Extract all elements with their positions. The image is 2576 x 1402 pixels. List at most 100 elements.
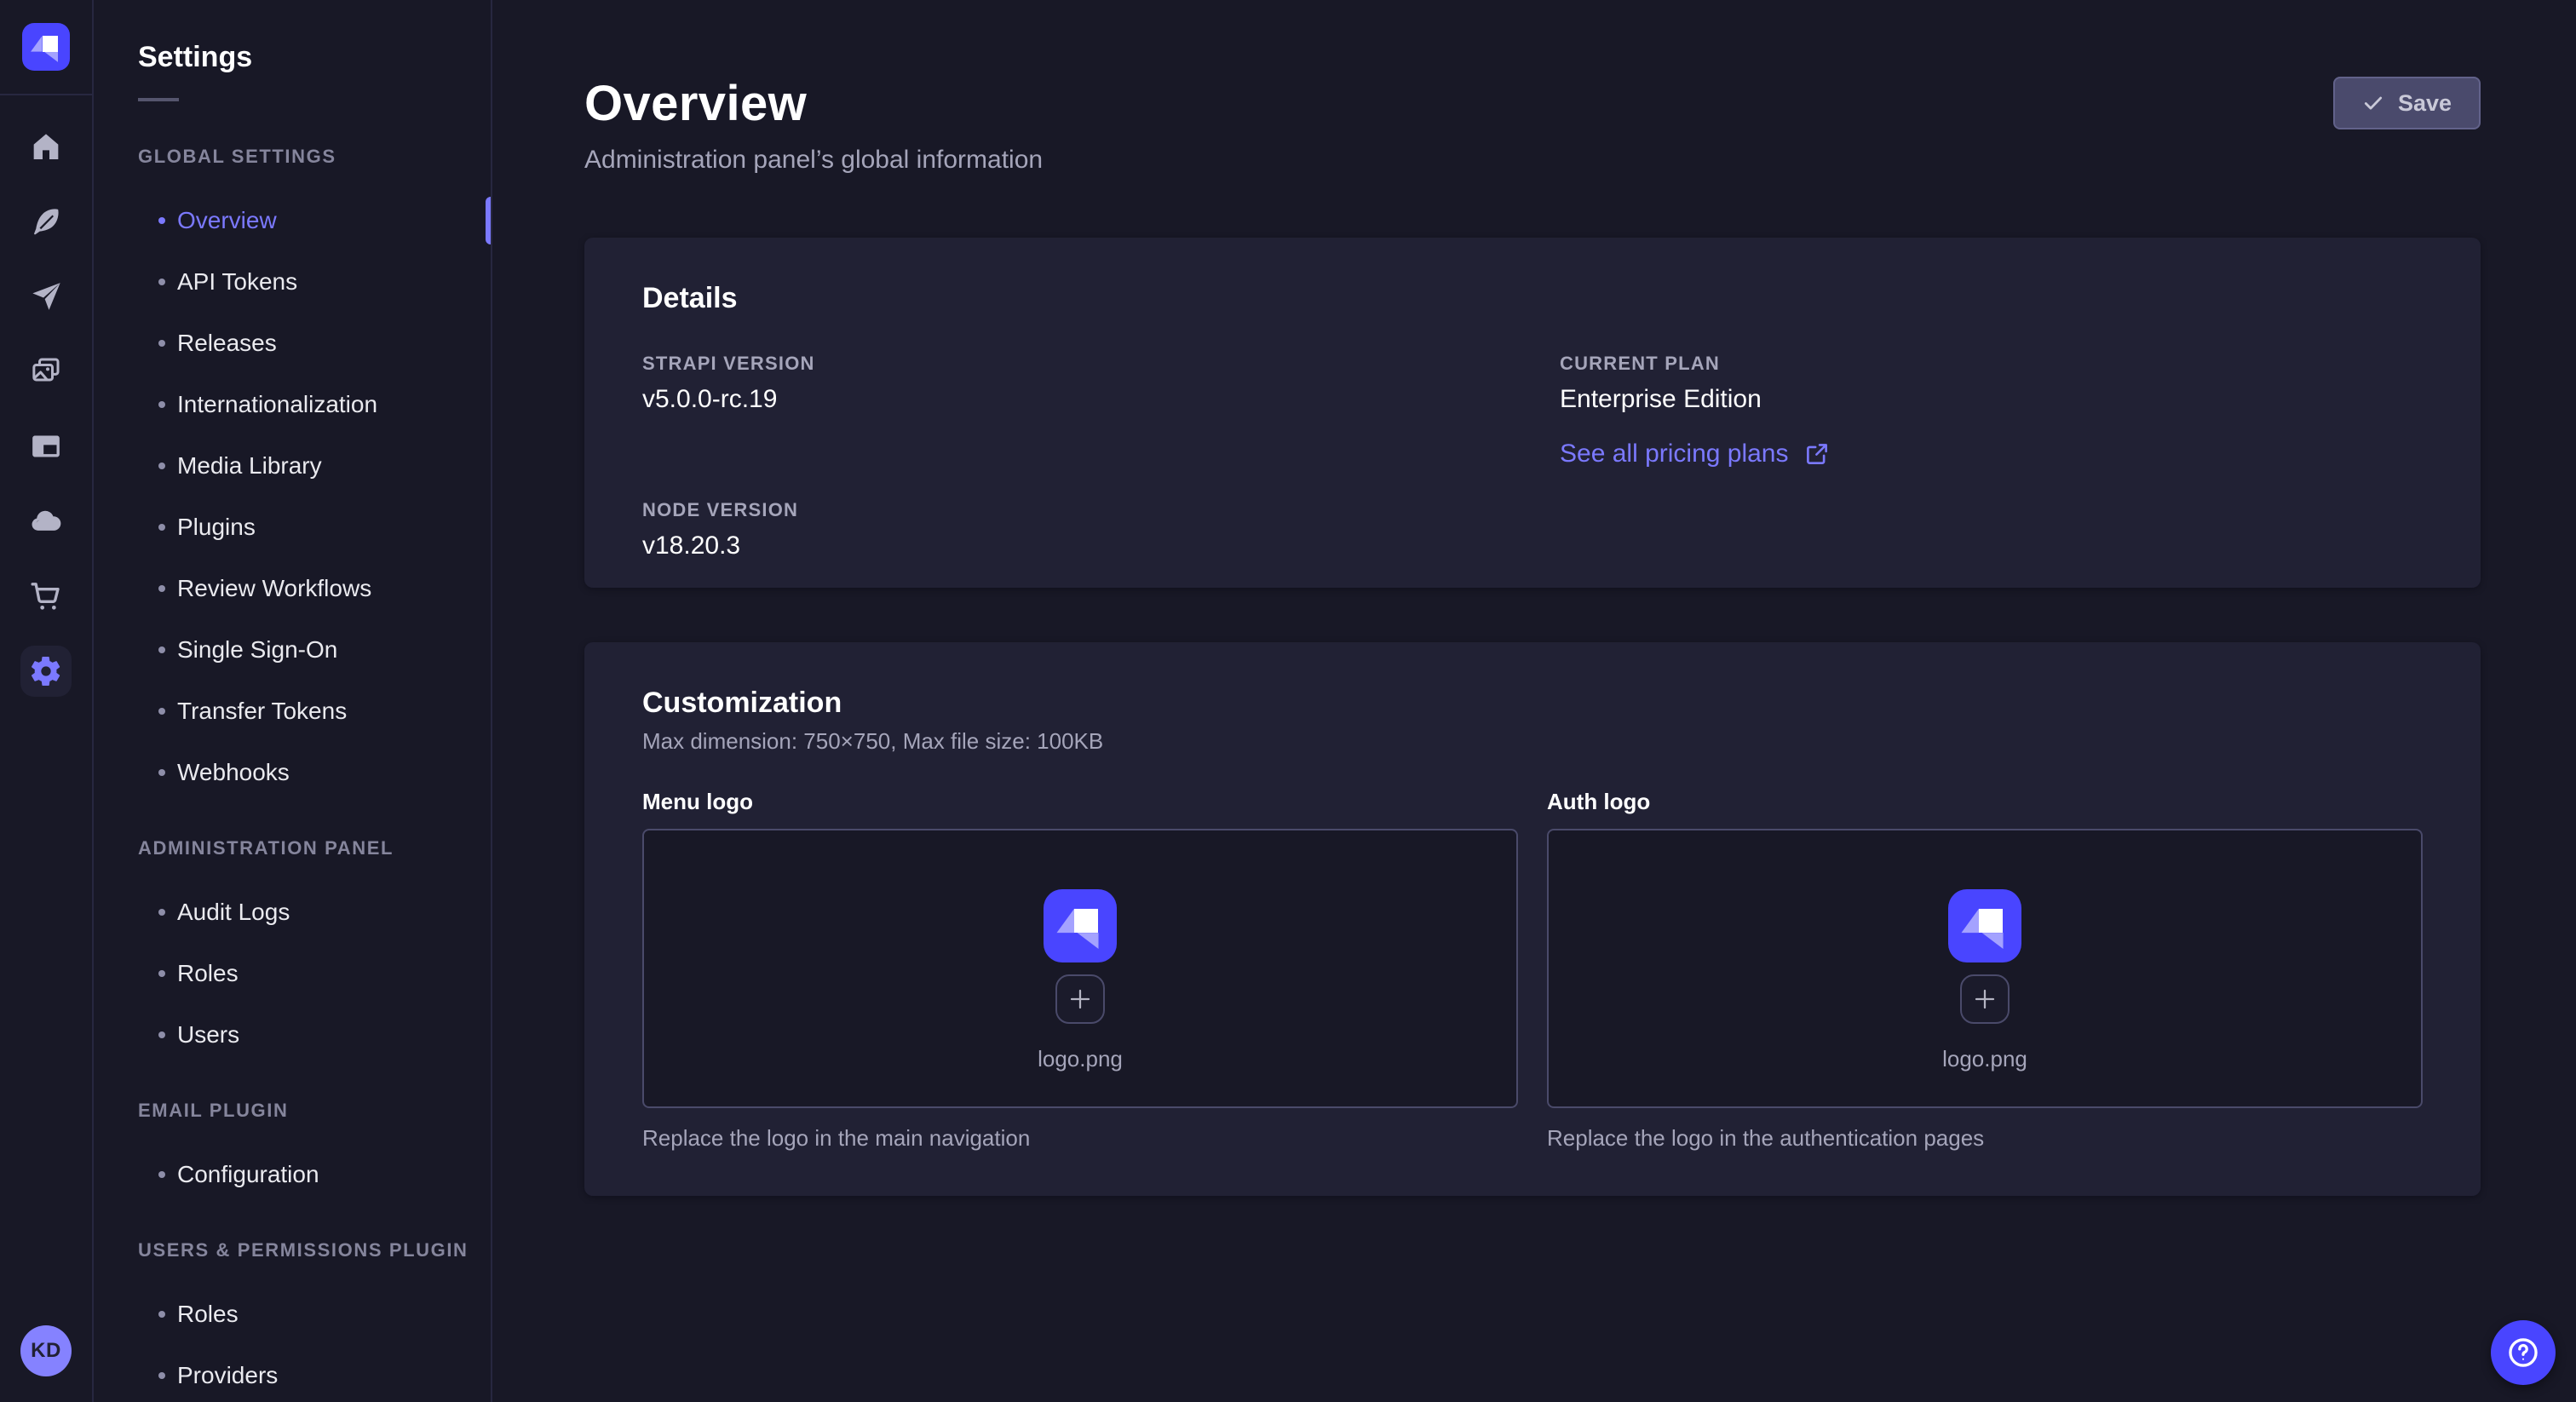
upload-label: Auth logo	[1547, 789, 2423, 815]
details-grid: STRAPI VERSION v5.0.0-rc.19 NODE VERSION…	[642, 353, 2423, 560]
paper-plane-icon[interactable]	[0, 259, 93, 334]
page-subtitle: Administration panel’s global informatio…	[584, 146, 1043, 175]
section-email-plugin: EMAIL PLUGIN Configuration	[94, 1100, 491, 1205]
field-value: Enterprise Edition	[1560, 385, 2423, 414]
field-value: v18.20.3	[642, 531, 1505, 560]
sidebar-item-webhooks[interactable]: Webhooks	[94, 742, 491, 803]
customization-card: Customization Max dimension: 750×750, Ma…	[584, 642, 2481, 1196]
sidebar-item-plugins[interactable]: Plugins	[94, 497, 491, 558]
section-header: USERS & PERMISSIONS PLUGIN	[138, 1239, 491, 1261]
bullet-icon	[158, 1311, 165, 1318]
add-logo-button[interactable]	[1055, 974, 1105, 1024]
bullet-icon	[158, 708, 165, 715]
page-header: Overview Administration panel’s global i…	[584, 75, 2481, 175]
marketplace-cart-icon[interactable]	[0, 559, 93, 634]
section-header: GLOBAL SETTINGS	[138, 146, 491, 168]
bullet-icon	[158, 1031, 165, 1038]
field-value: v5.0.0-rc.19	[642, 385, 1505, 414]
sidebar-item-up-providers[interactable]: Providers	[94, 1345, 491, 1402]
title-divider	[138, 98, 179, 101]
auth-logo-upload: Auth logo logo.png Replace the logo in t…	[1547, 789, 2423, 1152]
user-avatar[interactable]: KD	[20, 1325, 72, 1376]
content-manager-icon[interactable]	[0, 409, 93, 484]
sidebar-item-up-roles[interactable]: Roles	[94, 1284, 491, 1345]
active-indicator	[486, 197, 491, 244]
plus-icon	[1067, 986, 1093, 1012]
question-mark-icon	[2505, 1335, 2541, 1370]
menu-logo-preview	[1044, 889, 1117, 962]
logo-filename: logo.png	[1942, 1046, 2027, 1072]
section-global-settings: GLOBAL SETTINGS Overview API Tokens Rele…	[94, 146, 491, 803]
logo-uploads: Menu logo logo.png Replace the logo in t…	[642, 789, 2423, 1152]
menu-logo-upload: Menu logo logo.png Replace the logo in t…	[642, 789, 1518, 1152]
sidebar-item-review-workflows[interactable]: Review Workflows	[94, 558, 491, 619]
feather-icon[interactable]	[0, 184, 93, 259]
pricing-plans-link[interactable]: See all pricing plans	[1560, 440, 1830, 468]
strapi-version-field: STRAPI VERSION v5.0.0-rc.19	[642, 353, 1505, 414]
settings-sidebar: Settings GLOBAL SETTINGS Overview API To…	[94, 0, 492, 1402]
bullet-icon	[158, 646, 165, 653]
workspace-logo-cell	[0, 0, 92, 95]
auth-logo-preview	[1948, 889, 2021, 962]
page-title: Overview	[584, 75, 1043, 132]
customization-card-title: Customization	[642, 687, 2423, 720]
media-library-icon[interactable]	[0, 334, 93, 409]
bullet-icon	[158, 340, 165, 347]
auth-logo-dropzone[interactable]: logo.png	[1547, 829, 2423, 1108]
plus-icon	[1972, 986, 1998, 1012]
current-plan-field: CURRENT PLAN Enterprise Edition	[1560, 353, 2423, 414]
sidebar-item-overview[interactable]: Overview	[94, 190, 491, 251]
strapi-admin-settings-page: KD Settings GLOBAL SETTINGS Overview API…	[0, 0, 2576, 1402]
help-button[interactable]	[2491, 1320, 2556, 1385]
bullet-icon	[158, 909, 165, 916]
sidebar-item-email-configuration[interactable]: Configuration	[94, 1144, 491, 1205]
bullet-icon	[158, 1372, 165, 1379]
bullet-icon	[158, 217, 165, 224]
details-card: Details STRAPI VERSION v5.0.0-rc.19 NODE…	[584, 238, 2481, 588]
cloud-icon[interactable]	[0, 484, 93, 559]
sidebar-item-api-tokens[interactable]: API Tokens	[94, 251, 491, 313]
section-users-permissions-plugin: USERS & PERMISSIONS PLUGIN Roles Provide…	[94, 1239, 491, 1402]
details-card-title: Details	[642, 282, 2423, 315]
upload-label: Menu logo	[642, 789, 1518, 815]
add-logo-button[interactable]	[1960, 974, 2010, 1024]
customization-subtitle: Max dimension: 750×750, Max file size: 1…	[642, 728, 2423, 755]
field-label: CURRENT PLAN	[1560, 353, 2423, 375]
bullet-icon	[158, 769, 165, 776]
section-header: ADMINISTRATION PANEL	[138, 837, 491, 859]
settings-gear-icon[interactable]	[0, 634, 93, 709]
check-icon	[2362, 92, 2384, 114]
upload-helper-text: Replace the logo in the authentication p…	[1547, 1125, 2423, 1152]
menu-logo-dropzone[interactable]: logo.png	[642, 829, 1518, 1108]
field-label: NODE VERSION	[642, 499, 1505, 521]
bullet-icon	[158, 463, 165, 469]
sidebar-item-internationalization[interactable]: Internationalization	[94, 374, 491, 435]
sidebar-item-single-sign-on[interactable]: Single Sign-On	[94, 619, 491, 681]
bullet-icon	[158, 524, 165, 531]
main-nav-rail: KD	[0, 0, 94, 1402]
node-version-field: NODE VERSION v18.20.3	[642, 499, 1505, 560]
section-header: EMAIL PLUGIN	[138, 1100, 491, 1122]
sidebar-item-releases[interactable]: Releases	[94, 313, 491, 374]
home-icon[interactable]	[0, 109, 93, 184]
sidebar-item-admin-roles[interactable]: Roles	[94, 943, 491, 1004]
section-administration-panel: ADMINISTRATION PANEL Audit Logs Roles Us…	[94, 837, 491, 1066]
logo-filename: logo.png	[1038, 1046, 1123, 1072]
main-content: Overview Administration panel’s global i…	[492, 0, 2576, 1402]
sidebar-item-media-library[interactable]: Media Library	[94, 435, 491, 497]
bullet-icon	[158, 585, 165, 592]
upload-helper-text: Replace the logo in the main navigation	[642, 1125, 1518, 1152]
strapi-logo-icon[interactable]	[22, 23, 70, 71]
bullet-icon	[158, 279, 165, 285]
external-link-icon	[1804, 441, 1830, 467]
bullet-icon	[158, 1171, 165, 1178]
sidebar-title: Settings	[138, 41, 491, 74]
save-button[interactable]: Save	[2333, 77, 2481, 129]
rail-nav	[0, 109, 93, 709]
field-label: STRAPI VERSION	[642, 353, 1505, 375]
sidebar-item-transfer-tokens[interactable]: Transfer Tokens	[94, 681, 491, 742]
sidebar-item-admin-users[interactable]: Users	[94, 1004, 491, 1066]
bullet-icon	[158, 970, 165, 977]
bullet-icon	[158, 401, 165, 408]
sidebar-item-audit-logs[interactable]: Audit Logs	[94, 882, 491, 943]
